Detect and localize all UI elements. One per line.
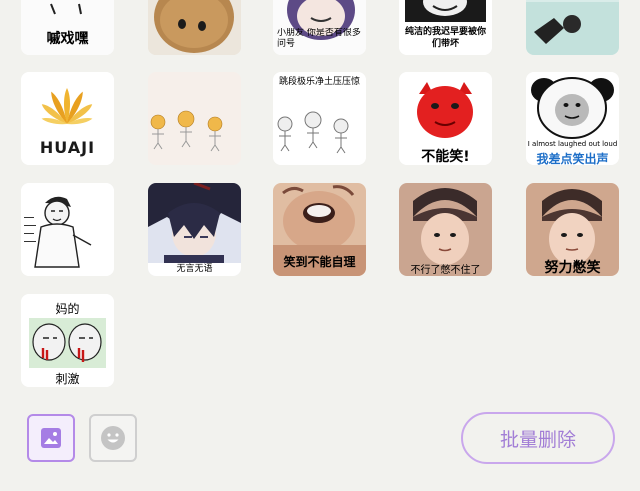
sticker-tile[interactable]: 小朋友 你是否有很多问号 <box>273 0 366 55</box>
sticker-image <box>21 183 114 276</box>
sticker-caption: 小朋友 你是否有很多问号 <box>277 28 361 49</box>
sticker-image <box>148 72 241 165</box>
sticker-grid: 嘁戏嘿 小朋友 你是否有很多问号 纯洁的我迟早要被你们带坏 HUAJI 跳段极乐… <box>0 0 640 400</box>
sticker-tile[interactable]: 无言无语 <box>148 183 241 276</box>
sticker-caption: 跳段极乐净土压压惊 <box>278 77 360 87</box>
sticker-tile[interactable]: I almost laughed out loud 我差点笑出声 <box>526 72 619 165</box>
sticker-caption-bottom: 我差点笑出声 <box>536 152 609 165</box>
sticker-tile[interactable]: HUAJI <box>21 72 114 165</box>
image-icon <box>41 428 61 448</box>
sticker-caption-bottom: 刺激 <box>55 372 80 386</box>
sticker-tile[interactable] <box>148 0 241 55</box>
sticker-caption: 不行了憋不住了 <box>410 265 481 276</box>
tab-image-stickers[interactable] <box>27 414 75 462</box>
sticker-tile[interactable] <box>526 0 619 55</box>
sticker-tile[interactable]: 努力憋笑 <box>526 183 619 276</box>
sticker-tile[interactable]: 嘁戏嘿 <box>21 0 114 55</box>
sticker-tile[interactable]: 妈的 刺激 <box>21 294 114 387</box>
tab-emoji-stickers[interactable] <box>89 414 137 462</box>
sticker-tile[interactable]: 纯洁的我迟早要被你们带坏 <box>399 0 492 55</box>
bottom-action-bar: 批量删除 <box>0 400 640 491</box>
sticker-image <box>526 0 619 55</box>
sticker-caption: 努力憋笑 <box>544 260 601 276</box>
sticker-caption-top: I almost laughed out loud <box>527 140 618 148</box>
sticker-caption: 笑到不能自理 <box>283 255 356 269</box>
sticker-caption: 不能笑! <box>421 149 470 165</box>
batch-delete-button[interactable]: 批量删除 <box>461 412 615 464</box>
sticker-tile[interactable]: 笑到不能自理 <box>273 183 366 276</box>
sticker-tile[interactable]: 跳段极乐净土压压惊 <box>273 72 366 165</box>
sticker-caption: HUAJI <box>39 138 96 157</box>
sticker-tile[interactable] <box>148 72 241 165</box>
sticker-caption: 嘁戏嘿 <box>46 31 89 47</box>
sticker-caption: 纯洁的我迟早要被你们带坏 <box>405 27 486 49</box>
sticker-caption: 无言无语 <box>148 263 241 276</box>
sticker-tile[interactable]: 不能笑! <box>399 72 492 165</box>
smiley-face-icon <box>101 426 125 450</box>
sticker-caption-top: 妈的 <box>55 302 80 316</box>
sticker-image <box>148 0 241 55</box>
sticker-tile[interactable]: 不行了憋不住了 <box>399 183 492 276</box>
sticker-tile[interactable] <box>21 183 114 276</box>
